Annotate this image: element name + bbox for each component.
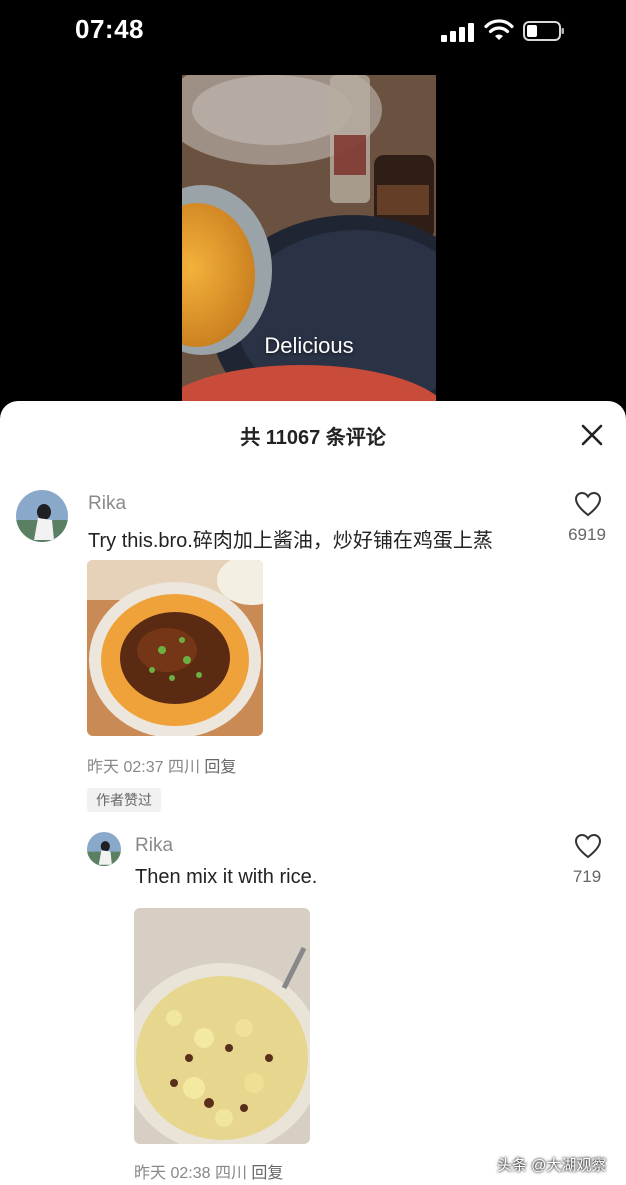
reply-meta: 昨天 02:38 四川 回复 xyxy=(134,1159,283,1183)
cellular-signal-icon xyxy=(441,22,475,42)
like-count: 6919 xyxy=(568,525,606,544)
reply-image[interactable] xyxy=(134,908,310,1144)
author-liked-badge: 作者赞过 xyxy=(87,788,161,812)
reply-text: Then mix it with rice. xyxy=(135,866,318,888)
reply-avatar[interactable] xyxy=(87,832,121,866)
status-time: 07:48 xyxy=(75,14,144,44)
like-heart-icon[interactable] xyxy=(574,491,602,517)
reply-reply-button[interactable]: 回复 xyxy=(251,1165,283,1182)
video-player[interactable]: Delicious xyxy=(182,75,436,405)
comment-location: 四川 xyxy=(167,759,200,776)
reply-username[interactable]: Rika xyxy=(135,835,173,857)
watermark: 头条 @大湖观察 xyxy=(497,1157,607,1174)
comment-image[interactable] xyxy=(87,560,263,736)
comment-meta: 昨天 02:37 四川 回复 xyxy=(87,753,236,777)
video-caption: Delicious xyxy=(264,333,354,358)
reply-button[interactable]: 回复 xyxy=(204,759,236,776)
comment-date: 昨天 02:37 xyxy=(87,759,164,776)
comment-text: Try this.bro.碎肉加上酱油，炒好铺在鸡蛋上蒸 xyxy=(88,530,493,552)
status-bar: 07:48 xyxy=(0,0,626,62)
close-icon[interactable] xyxy=(578,421,606,449)
avatar[interactable] xyxy=(16,490,68,542)
comment-username[interactable]: Rika xyxy=(88,493,126,515)
comments-count-title: 共 11067 条评论 xyxy=(240,427,386,449)
battery-icon xyxy=(523,21,564,41)
reply-location: 四川 xyxy=(214,1165,247,1182)
comments-sheet: 共 11067 条评论 Rika Try this.bro.碎肉加上酱油，炒好铺… xyxy=(0,401,626,1185)
wifi-icon xyxy=(484,19,514,40)
reply-like-count: 719 xyxy=(572,867,602,886)
reply-like-heart-icon[interactable] xyxy=(574,833,602,859)
reply-date: 昨天 02:38 xyxy=(134,1165,211,1182)
